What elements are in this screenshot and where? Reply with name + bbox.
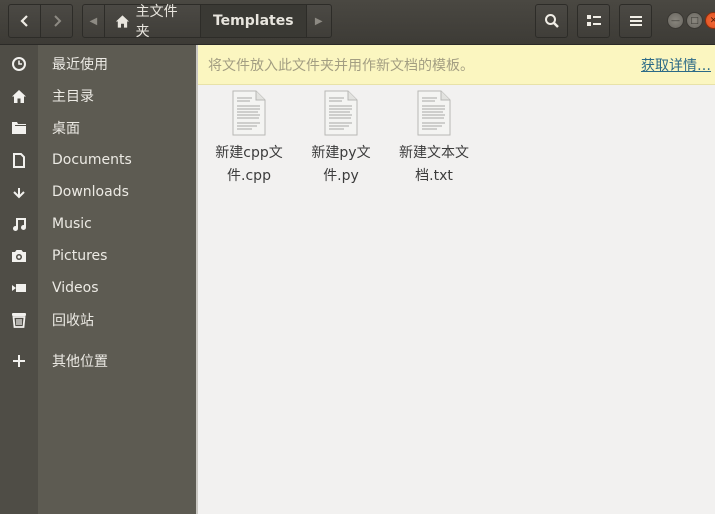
view-list-icon [586,15,601,26]
sidebar-divider[interactable] [196,45,198,514]
triangle-right-icon: ▶ [314,15,323,27]
templates-info-bar: 将文件放入此文件夹并用作新文档的模板。 获取详情… [198,45,715,85]
camera-icon [0,249,38,263]
sidebar-item-music[interactable]: Music [0,209,196,239]
maximize-button[interactable]: □ [686,12,703,29]
sidebar-item-label: Pictures [52,248,108,264]
path-scroll-right-button[interactable]: ▶ [305,5,331,37]
close-button[interactable]: ✕ [705,12,715,29]
sidebar-item-label: Documents [52,152,132,168]
chevron-left-icon [19,15,28,27]
sidebar-item-recent[interactable]: 最近使用 [0,49,196,79]
sidebar-item-label: 回收站 [52,313,94,329]
text-file-icon [324,90,358,136]
close-icon: ✕ [709,15,715,26]
header-bar: ◀ 主文件夹 Templates ▶ — □ ✕ [0,0,715,45]
search-icon [544,14,559,28]
sidebar-item-home[interactable]: 主目录 [0,81,196,111]
file-name: 新建cpp文 件.cpp [207,142,291,188]
trash-icon [0,312,38,328]
sidebar-item-label: 最近使用 [52,57,108,73]
sidebar: 最近使用 主目录 桌面 Documents Downloads Music Pi… [0,45,196,514]
file-name: 新建py文 件.py [299,142,383,188]
sidebar-item-label: 桌面 [52,121,80,137]
sidebar-item-trash[interactable]: 回收站 [0,305,196,335]
more-details-link[interactable]: 获取详情… [641,55,711,75]
sidebar-item-label: Downloads [52,184,129,200]
sidebar-item-pictures[interactable]: Pictures [0,241,196,271]
search-button[interactable] [535,4,568,38]
file-name-line: 新建cpp文 [215,145,283,161]
sidebar-item-videos[interactable]: Videos [0,273,196,303]
file-name-line: 件.cpp [227,168,271,184]
home-icon [0,89,38,104]
file-name-line: 新建py文 [311,145,371,161]
music-icon [0,217,38,232]
view-toggle-button[interactable] [577,4,610,38]
menu-button[interactable] [619,4,652,38]
file-name-line: 新建文本文 [399,145,469,161]
file-item[interactable]: 新建文本文 档.txt [392,90,476,188]
file-item[interactable]: 新建cpp文 件.cpp [207,90,291,188]
text-file-icon [417,90,451,136]
path-current-label: Templates [212,13,294,29]
download-icon [0,185,38,200]
path-home-label: 主文件夹 [135,4,178,40]
hamburger-menu-icon [629,16,642,26]
video-icon [0,282,38,294]
file-name-line: 件.py [323,168,359,184]
clock-icon [0,56,38,72]
chevron-right-icon [53,15,61,27]
minimize-button[interactable]: — [667,12,684,29]
path-current-button[interactable]: Templates [200,5,306,37]
file-item[interactable]: 新建py文 件.py [299,90,383,188]
sidebar-item-other-locations[interactable]: 其他位置 [0,346,196,376]
back-button[interactable] [8,4,41,38]
text-file-icon [232,90,266,136]
path-home-button[interactable]: 主文件夹 [105,4,201,40]
document-icon [0,152,38,168]
file-name: 新建文本文 档.txt [392,142,476,188]
sidebar-item-desktop[interactable]: 桌面 [0,113,196,143]
triangle-left-icon: ◀ [89,15,98,27]
path-scroll-left-button[interactable]: ◀ [83,5,105,37]
forward-button[interactable] [40,4,73,38]
sidebar-item-label: 其他位置 [52,354,108,370]
path-bar: ◀ 主文件夹 Templates ▶ [82,4,332,40]
sidebar-item-label: 主目录 [52,89,94,105]
folder-icon [0,121,38,135]
plus-icon [0,355,38,367]
minimize-icon: — [671,15,680,26]
sidebar-item-label: Videos [52,280,99,296]
sidebar-item-label: Music [52,216,92,232]
sidebar-item-downloads[interactable]: Downloads [0,177,196,207]
file-name-line: 档.txt [415,168,453,184]
home-icon [115,14,129,28]
maximize-icon: □ [690,15,699,26]
info-message: 将文件放入此文件夹并用作新文档的模板。 [208,57,474,74]
sidebar-item-documents[interactable]: Documents [0,145,196,175]
